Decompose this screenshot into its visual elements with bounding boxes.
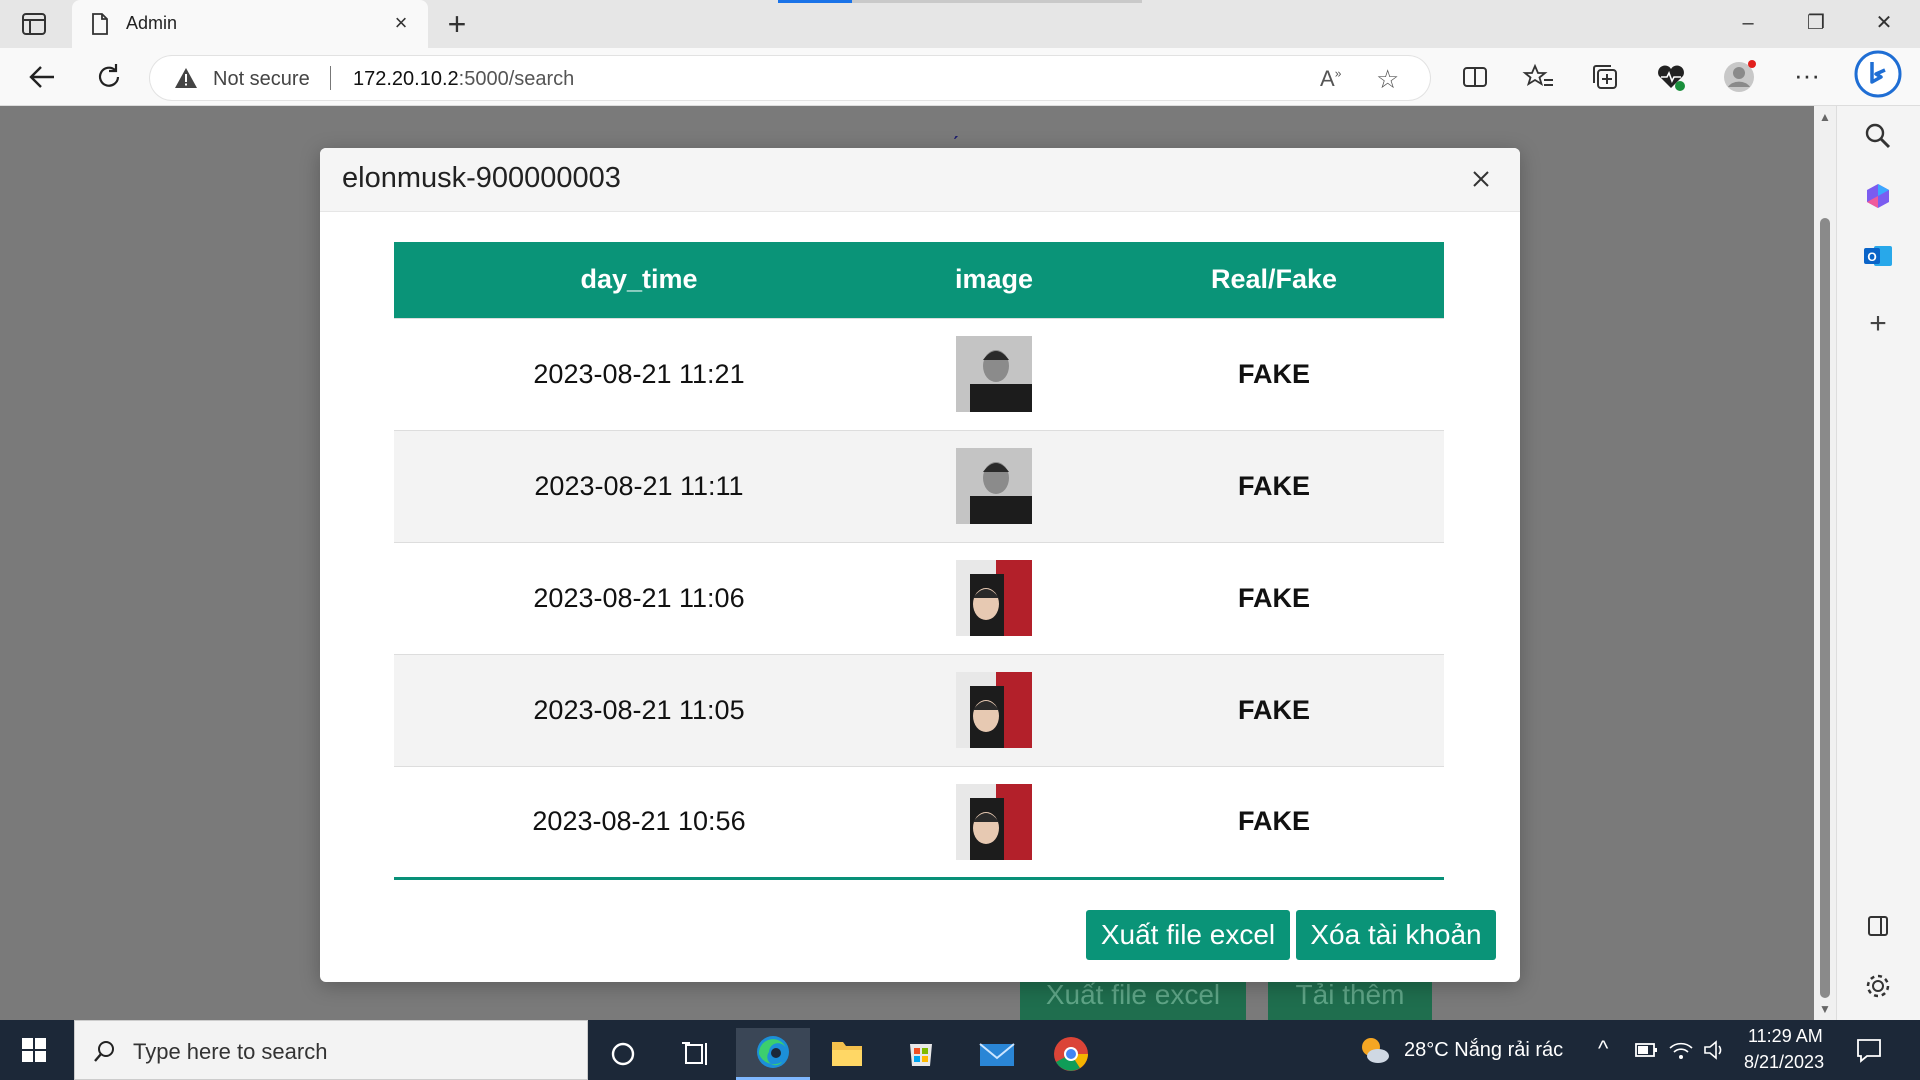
wifi-icon[interactable] [1668, 1038, 1694, 1062]
settings-gear-icon[interactable] [1862, 970, 1894, 1002]
copilot-icon[interactable] [1862, 180, 1894, 212]
column-header: day_time [394, 242, 884, 318]
outlook-icon[interactable]: O [1862, 240, 1894, 272]
favorites-icon[interactable] [1522, 60, 1556, 94]
restore-icon[interactable]: ❐ [1796, 8, 1836, 38]
clock-date[interactable]: 8/21/2023 [1744, 1052, 1824, 1073]
refresh-icon[interactable] [90, 58, 128, 96]
scroll-down-icon[interactable]: ▼ [1818, 1002, 1832, 1016]
split-screen-icon[interactable] [1458, 60, 1492, 94]
modal-header: elonmusk-900000003 [320, 148, 1520, 212]
page-icon [90, 12, 110, 36]
cortana-icon[interactable] [586, 1028, 660, 1080]
delete-account-button[interactable]: Xóa tài khoản [1296, 910, 1496, 960]
table-row: 2023-08-21 11:11 FAKE [394, 429, 1444, 542]
tab-actions-icon[interactable] [20, 12, 50, 36]
file-explorer-icon[interactable] [810, 1028, 884, 1080]
taskbar: Type here to search 28°C Nắng rải rác ^ … [0, 1020, 1920, 1080]
omnibox-divider [330, 66, 331, 90]
browser-toolbar: Not secure 172.20.10.2:5000/search A» ☆ … [0, 48, 1920, 106]
close-window-icon[interactable]: ✕ [1864, 8, 1904, 38]
edge-app-icon[interactable] [736, 1028, 810, 1080]
close-tab-icon[interactable]: × [390, 12, 412, 34]
verdict-cell: FAKE [1104, 653, 1444, 766]
tab-strip: Admin × + – ❐ ✕ [0, 0, 1920, 48]
page-scrollbar[interactable]: ▲ ▼ [1814, 106, 1836, 1020]
mail-icon[interactable] [960, 1028, 1034, 1080]
back-icon[interactable] [24, 58, 62, 96]
minimize-icon[interactable]: – [1728, 8, 1768, 38]
security-label[interactable]: Not secure [213, 68, 310, 91]
image-cell [884, 429, 1104, 542]
browser-essentials-icon[interactable] [1654, 60, 1688, 94]
search-placeholder: Type here to search [133, 1039, 328, 1064]
clock-time[interactable]: 11:29 AM [1748, 1026, 1823, 1047]
more-options-icon[interactable]: ··· [1790, 60, 1824, 94]
profile-avatar-icon[interactable] [1722, 60, 1756, 94]
favorite-star-icon[interactable]: ☆ [1376, 64, 1399, 95]
weather-icon[interactable] [1358, 1034, 1392, 1068]
face-thumbnail[interactable] [956, 783, 1032, 860]
new-tab-icon[interactable]: + [440, 8, 474, 42]
tab-admin[interactable]: Admin × [72, 0, 428, 48]
loading-indicator [778, 0, 1142, 3]
day-time-cell: 2023-08-21 11:21 [394, 317, 884, 430]
export-excel-button[interactable]: Xuất file excel [1086, 910, 1290, 960]
table-row: 2023-08-21 11:06 FAKE [394, 541, 1444, 654]
records-table: day_time image Real/Fake 2023-08-21 11:2… [394, 242, 1444, 880]
face-thumbnail[interactable] [956, 672, 1032, 748]
face-thumbnail[interactable] [956, 448, 1046, 524]
close-icon[interactable] [1464, 162, 1498, 196]
address-bar[interactable]: Not secure 172.20.10.2:5000/search A» ☆ [150, 56, 1430, 100]
image-cell [884, 317, 1104, 430]
records-modal: elonmusk-900000003 day_time image Real/F… [320, 148, 1520, 982]
show-hidden-icons-icon[interactable]: ^ [1598, 1036, 1608, 1062]
table-row: 2023-08-21 11:21 FAKE [394, 317, 1444, 430]
notifications-icon[interactable] [1854, 1036, 1884, 1064]
image-cell [884, 541, 1104, 654]
search-icon [91, 1037, 119, 1065]
volume-icon[interactable] [1702, 1038, 1728, 1062]
collections-icon[interactable] [1588, 60, 1622, 94]
face-thumbnail[interactable] [956, 336, 1046, 412]
weather-text[interactable]: 28°C Nắng rải rác [1404, 1039, 1563, 1062]
url-text[interactable]: 172.20.10.2:5000/search [353, 68, 574, 91]
table-header-row: day_time image Real/Fake [394, 242, 1444, 318]
day-time-cell: 2023-08-21 11:05 [394, 653, 884, 766]
scrollbar-thumb[interactable] [1820, 218, 1830, 998]
day-time-cell: 2023-08-21 10:56 [394, 765, 884, 878]
taskbar-search-input[interactable]: Type here to search [74, 1020, 588, 1080]
read-aloud-icon[interactable]: A» [1320, 66, 1341, 92]
verdict-cell: FAKE [1104, 541, 1444, 654]
tab-title: Admin [126, 13, 178, 33]
image-cell [884, 765, 1104, 878]
scroll-up-icon[interactable]: ▲ [1818, 110, 1832, 124]
day-time-cell: 2023-08-21 11:06 [394, 541, 884, 654]
day-time-cell: 2023-08-21 11:11 [394, 429, 884, 542]
add-sidebar-app-icon[interactable]: + [1862, 308, 1894, 340]
column-header: image [884, 242, 1104, 318]
microsoft-store-icon[interactable] [884, 1028, 958, 1080]
task-view-icon[interactable] [660, 1028, 734, 1080]
modal-title: elonmusk-900000003 [342, 162, 621, 194]
chrome-icon[interactable] [1034, 1028, 1108, 1080]
table-row: 2023-08-21 11:05 FAKE [394, 653, 1444, 766]
url-host: 172.20.10.2 [353, 68, 459, 90]
sidebar-toggle-icon[interactable] [1862, 910, 1894, 942]
url-path: :5000/search [458, 68, 575, 90]
warning-icon[interactable] [174, 67, 198, 89]
table-row: 2023-08-21 10:56 FAKE [394, 765, 1444, 878]
face-thumbnail[interactable] [956, 560, 1032, 636]
battery-icon[interactable] [1634, 1040, 1660, 1060]
image-cell [884, 653, 1104, 766]
verdict-cell: FAKE [1104, 317, 1444, 430]
verdict-cell: FAKE [1104, 429, 1444, 542]
column-header: Real/Fake [1104, 242, 1444, 318]
verdict-cell: FAKE [1104, 765, 1444, 878]
svg-text:O: O [1867, 250, 1876, 264]
windows-start-icon[interactable] [20, 1036, 48, 1064]
search-icon[interactable] [1862, 120, 1894, 152]
bing-chat-icon[interactable] [1854, 50, 1902, 98]
